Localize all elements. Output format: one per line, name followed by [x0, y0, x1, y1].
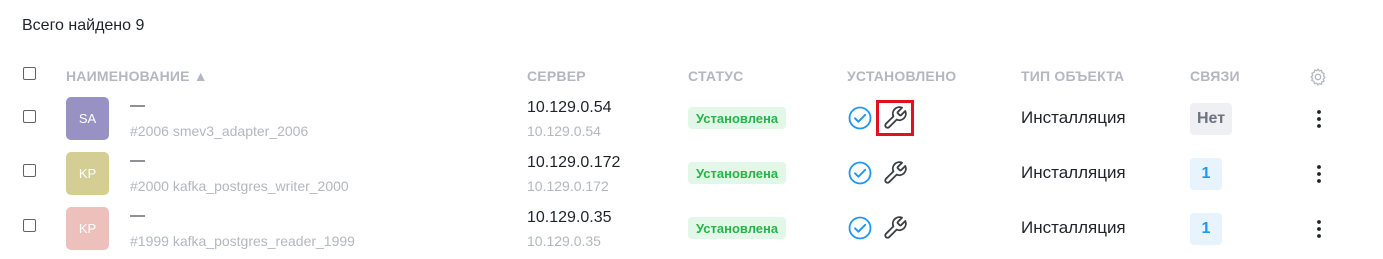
object-type: Инсталляция	[1021, 108, 1126, 127]
wrench-icon[interactable]	[882, 215, 908, 241]
check-circle-icon	[848, 161, 872, 185]
server-address: 10.129.0.35	[527, 209, 612, 226]
select-all-checkbox[interactable]	[23, 67, 36, 80]
row-title[interactable]: —	[130, 207, 145, 224]
row-checkbox[interactable]	[23, 164, 36, 177]
kebab-menu-icon[interactable]	[1310, 162, 1328, 186]
column-header-name[interactable]: НАИМЕНОВАНИЕ ▲	[66, 68, 208, 84]
status-badge: Установлена	[688, 217, 787, 239]
row-title[interactable]: —	[130, 152, 145, 169]
kebab-menu-icon[interactable]	[1310, 217, 1328, 241]
column-header-server[interactable]: СЕРВЕР	[527, 68, 586, 84]
server-address-secondary: 10.129.0.35	[527, 233, 601, 249]
status-badge: Установлена	[688, 162, 787, 184]
gear-icon[interactable]	[1308, 67, 1328, 87]
server-address-secondary: 10.129.0.54	[527, 123, 601, 139]
row-checkbox[interactable]	[23, 110, 36, 123]
server-address: 10.129.0.172	[527, 154, 621, 171]
server-address: 10.129.0.54	[527, 99, 612, 116]
total-count: Всего найдено 9	[22, 17, 145, 34]
object-type: Инсталляция	[1021, 163, 1126, 182]
table-row[interactable]: KP — #2000 kafka_postgres_writer_2000 10…	[0, 149, 1383, 203]
links-badge[interactable]: 1	[1190, 158, 1222, 190]
links-badge[interactable]: 1	[1190, 213, 1222, 245]
status-badge: Установлена	[688, 107, 787, 129]
row-subtitle: #2006 smev3_adapter_2006	[130, 123, 309, 139]
row-checkbox[interactable]	[23, 219, 36, 232]
wrench-icon[interactable]	[882, 160, 908, 186]
check-circle-icon	[848, 106, 872, 130]
server-address-secondary: 10.129.0.172	[527, 178, 609, 194]
column-header-status[interactable]: СТАТУС	[688, 68, 743, 84]
column-header-links[interactable]: СВЯЗИ	[1190, 68, 1240, 84]
avatar: KP	[66, 152, 109, 195]
column-header-object-type[interactable]: ТИП ОБЪЕКТА	[1021, 68, 1124, 84]
avatar: KP	[66, 207, 109, 250]
kebab-menu-icon[interactable]	[1310, 107, 1328, 131]
check-circle-icon	[848, 216, 872, 240]
table-row[interactable]: SA — #2006 smev3_adapter_2006 10.129.0.5…	[0, 94, 1383, 148]
avatar: SA	[66, 97, 109, 140]
row-subtitle: #1999 kafka_postgres_reader_1999	[130, 233, 355, 249]
links-badge[interactable]: Нет	[1190, 103, 1233, 135]
row-subtitle: #2000 kafka_postgres_writer_2000	[130, 178, 349, 194]
wrench-icon[interactable]	[882, 105, 908, 131]
row-title[interactable]: —	[130, 97, 145, 114]
object-type: Инсталляция	[1021, 218, 1126, 237]
table-row[interactable]: KP — #1999 kafka_postgres_reader_1999 10…	[0, 204, 1383, 258]
column-header-installed[interactable]: УСТАНОВЛЕНО	[847, 68, 956, 84]
